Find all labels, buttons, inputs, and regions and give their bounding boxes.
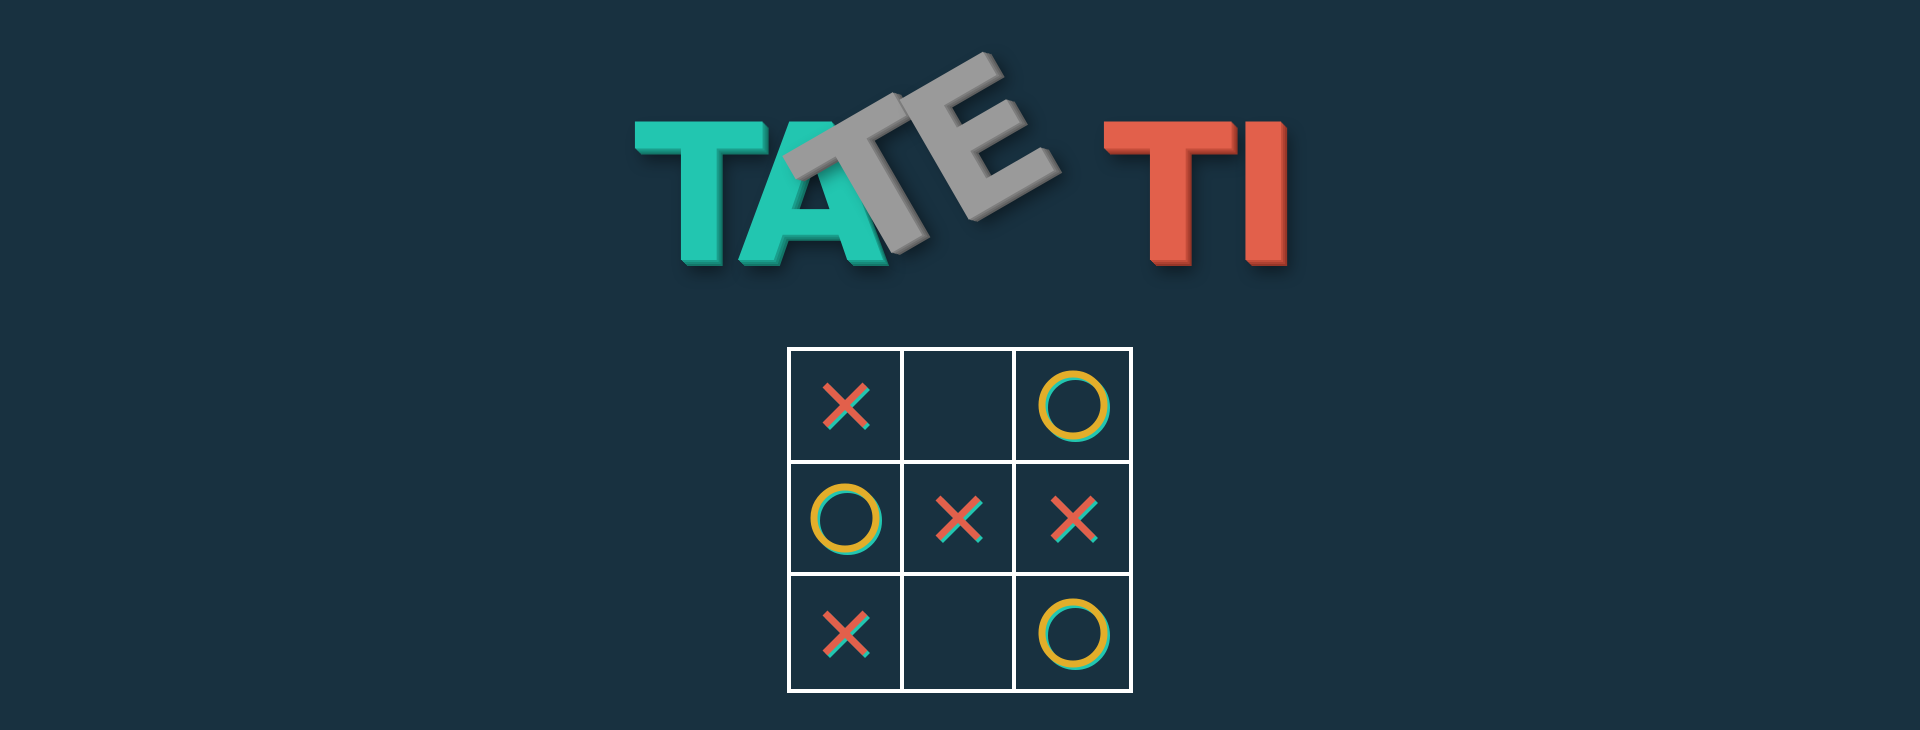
tic-tac-toe-board xyxy=(787,347,1133,693)
board-cell-4[interactable] xyxy=(791,463,904,577)
board-cell-1[interactable] xyxy=(791,351,904,464)
o-mark-icon xyxy=(1016,351,1129,460)
board-cell-3[interactable] xyxy=(1016,351,1129,464)
title-letter-t3: T xyxy=(1103,84,1233,305)
o-mark-icon xyxy=(791,464,900,573)
board-cell-8[interactable] xyxy=(904,576,1017,689)
board-cell-7[interactable] xyxy=(791,576,904,689)
x-mark-icon xyxy=(1016,464,1129,573)
board-cell-2[interactable] xyxy=(903,351,1017,464)
game-title-logo: T A T E T I xyxy=(0,0,1920,315)
x-mark-icon xyxy=(791,351,900,460)
x-mark-icon xyxy=(791,576,900,689)
board-cell-6[interactable] xyxy=(1016,464,1129,577)
title-letter-i: I xyxy=(1228,84,1299,305)
board-cell-5[interactable] xyxy=(903,463,1017,577)
o-mark-icon xyxy=(1016,576,1129,689)
board-cell-9[interactable] xyxy=(1016,576,1129,689)
game-screen: T A T E T I xyxy=(0,0,1920,730)
x-mark-icon xyxy=(904,464,1013,573)
